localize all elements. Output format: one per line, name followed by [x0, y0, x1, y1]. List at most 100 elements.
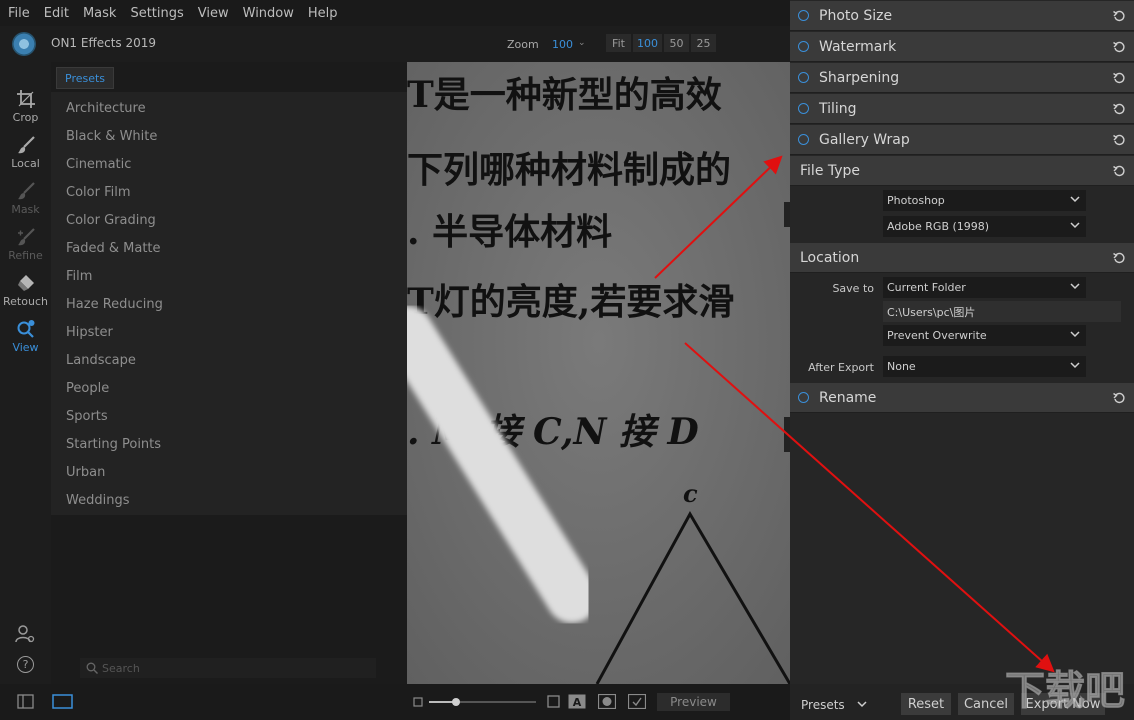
- preset-sports[interactable]: Sports: [66, 409, 108, 424]
- select-value: Adobe RGB (1998): [887, 220, 990, 233]
- preset-color-grading[interactable]: Color Grading: [66, 213, 156, 228]
- save-path-field[interactable]: C:\Users\pc\图片: [883, 301, 1121, 322]
- photo-text-line: T灯的亮度,若要求滑: [407, 281, 734, 323]
- svg-text:A: A: [573, 696, 582, 709]
- section-rename[interactable]: Rename: [790, 383, 1134, 413]
- preset-film[interactable]: Film: [66, 269, 92, 284]
- zoom-25-button[interactable]: 25: [691, 34, 716, 52]
- section-watermark[interactable]: Watermark: [790, 32, 1134, 62]
- preview-button[interactable]: Preview: [657, 693, 730, 711]
- chevron-down-icon[interactable]: [857, 699, 867, 709]
- tool-retouch[interactable]: Retouch: [0, 270, 51, 316]
- photo-preview[interactable]: T是一种新型的高效 下列哪种材料制成的 . 半导体材料 T灯的亮度,若要求滑 .…: [407, 62, 790, 684]
- presets-list: Architecture Black & White Cinematic Col…: [51, 92, 407, 515]
- help-icon[interactable]: ?: [17, 656, 34, 673]
- compare-icon[interactable]: [628, 694, 646, 709]
- reset-icon[interactable]: [1112, 251, 1126, 265]
- save-to-select[interactable]: Current Folder: [883, 277, 1086, 298]
- section-sharpening[interactable]: Sharpening: [790, 63, 1134, 93]
- preset-architecture[interactable]: Architecture: [66, 101, 146, 116]
- reset-button[interactable]: Reset: [901, 693, 951, 715]
- search-box: [80, 658, 376, 678]
- chevron-down-icon: [1070, 362, 1080, 369]
- color-space-select[interactable]: Adobe RGB (1998): [883, 216, 1086, 237]
- tool-view[interactable]: View: [0, 316, 51, 362]
- tool-label: Refine: [8, 249, 43, 262]
- tool-label: View: [12, 341, 39, 354]
- preset-hipster[interactable]: Hipster: [66, 325, 113, 340]
- preset-starting-points[interactable]: Starting Points: [66, 437, 161, 452]
- tool-crop[interactable]: Crop: [0, 86, 51, 132]
- preset-urban[interactable]: Urban: [66, 465, 105, 480]
- tool-mask[interactable]: Mask: [0, 178, 51, 224]
- tool-local[interactable]: Local: [0, 132, 51, 178]
- section-title: Photo Size: [819, 7, 893, 24]
- menu-file[interactable]: File: [8, 6, 30, 21]
- section-title: File Type: [800, 162, 861, 179]
- tab-presets[interactable]: Presets: [56, 67, 115, 89]
- chevron-down-icon: [1070, 222, 1080, 229]
- preset-cinematic[interactable]: Cinematic: [66, 157, 131, 172]
- preset-color-film[interactable]: Color Film: [66, 185, 131, 200]
- menu-settings[interactable]: Settings: [130, 6, 183, 21]
- presets-dropdown[interactable]: Presets: [801, 698, 845, 712]
- section-tiling[interactable]: Tiling: [790, 94, 1134, 124]
- preset-black-white[interactable]: Black & White: [66, 129, 157, 144]
- mask-overlay-icon[interactable]: [598, 694, 616, 709]
- cancel-button[interactable]: Cancel: [958, 693, 1014, 715]
- search-input[interactable]: [102, 661, 362, 675]
- zoom-dropdown[interactable]: 100: [552, 38, 573, 51]
- preset-landscape[interactable]: Landscape: [66, 353, 136, 368]
- export-panel: Photo Size Watermark Sharpening Tiling G…: [790, 0, 1134, 720]
- preset-weddings[interactable]: Weddings: [66, 493, 129, 508]
- section-location[interactable]: Location: [790, 243, 1134, 273]
- reset-icon[interactable]: [1112, 102, 1126, 116]
- toggle-circle-icon[interactable]: [798, 392, 809, 403]
- file-format-select[interactable]: Photoshop: [883, 190, 1086, 211]
- export-now-button[interactable]: Export Now: [1021, 693, 1105, 715]
- brush-icon: [15, 134, 37, 156]
- toggle-circle-icon[interactable]: [798, 41, 809, 52]
- select-value: Current Folder: [887, 281, 966, 294]
- user-icon[interactable]: [15, 624, 35, 644]
- zoom-100-button[interactable]: 100: [633, 34, 662, 52]
- tool-strip: Crop Local Mask Refine Retouch View ?: [0, 62, 51, 684]
- menu-view[interactable]: View: [198, 6, 229, 21]
- preset-faded-matte[interactable]: Faded & Matte: [66, 241, 161, 256]
- zoom-fit-button[interactable]: Fit: [606, 34, 631, 52]
- large-image-icon: [547, 695, 560, 708]
- reset-icon[interactable]: [1112, 133, 1126, 147]
- menu-help[interactable]: Help: [308, 6, 338, 21]
- section-gallery-wrap[interactable]: Gallery Wrap: [790, 125, 1134, 155]
- menu-mask[interactable]: Mask: [83, 6, 116, 21]
- reset-icon[interactable]: [1112, 391, 1126, 405]
- toggle-circle-icon[interactable]: [798, 10, 809, 21]
- toggle-circle-icon[interactable]: [798, 72, 809, 83]
- photo-text-line: c: [683, 479, 698, 508]
- menu-edit[interactable]: Edit: [44, 6, 69, 21]
- panel-toggle-icon[interactable]: [17, 694, 34, 709]
- toggle-circle-icon[interactable]: [798, 103, 809, 114]
- brush-size-slider[interactable]: [428, 696, 538, 708]
- reset-icon[interactable]: [1112, 9, 1126, 23]
- toggle-circle-icon[interactable]: [798, 134, 809, 145]
- after-export-select[interactable]: None: [883, 356, 1086, 377]
- preset-haze-reducing[interactable]: Haze Reducing: [66, 297, 163, 312]
- section-photo-size[interactable]: Photo Size: [790, 1, 1134, 31]
- refine-brush-icon: [15, 226, 37, 248]
- preset-people[interactable]: People: [66, 381, 109, 396]
- tool-label: Mask: [11, 203, 40, 216]
- zoom-50-button[interactable]: 50: [664, 34, 689, 52]
- section-title: Gallery Wrap: [819, 131, 910, 148]
- reset-icon[interactable]: [1112, 164, 1126, 178]
- tool-refine[interactable]: Refine: [0, 224, 51, 270]
- menu-window[interactable]: Window: [243, 6, 294, 21]
- section-file-type[interactable]: File Type: [790, 156, 1134, 186]
- reset-icon[interactable]: [1112, 71, 1126, 85]
- text-overlay-icon[interactable]: A: [568, 694, 586, 709]
- photo-text-line: . 半导体材料: [407, 211, 612, 253]
- overwrite-select[interactable]: Prevent Overwrite: [883, 325, 1086, 346]
- reset-icon[interactable]: [1112, 40, 1126, 54]
- chevron-down-icon[interactable]: ⌄: [578, 38, 586, 48]
- single-view-icon[interactable]: [52, 694, 73, 709]
